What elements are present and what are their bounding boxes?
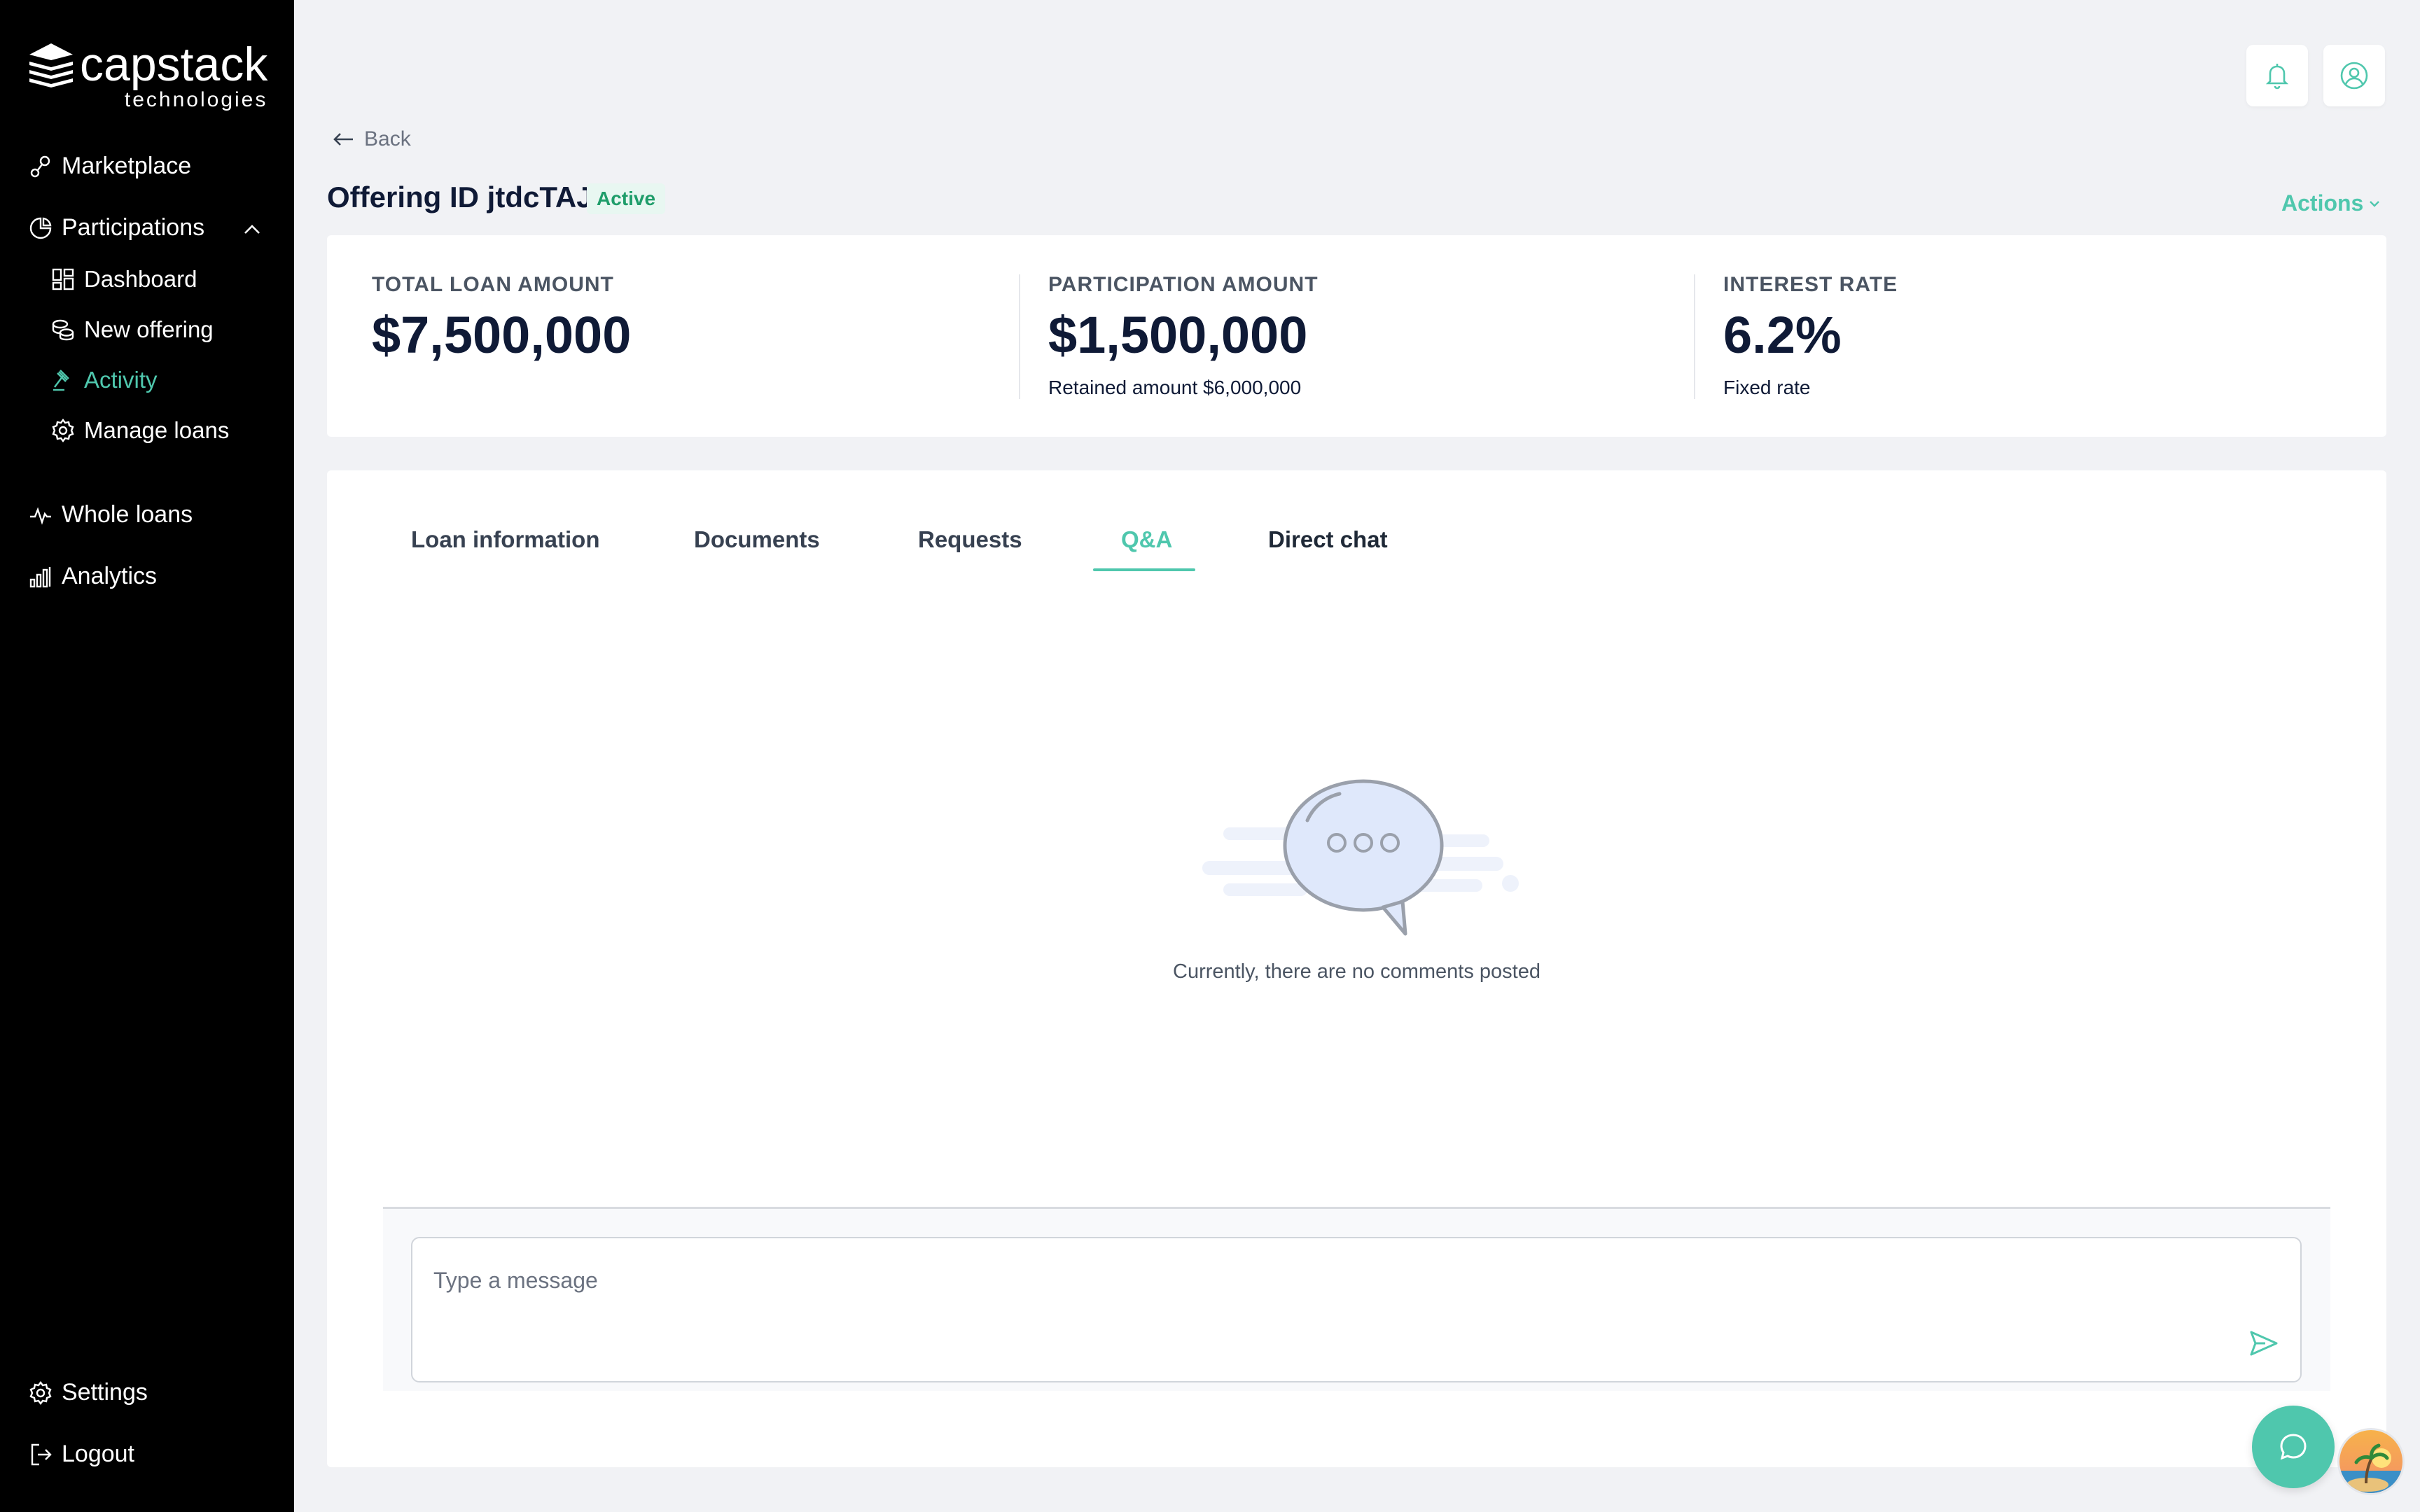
sidebar-item-settings[interactable]: Settings (28, 1379, 148, 1406)
metric-label: INTEREST RATE (1723, 273, 1898, 296)
chat-bubble-illustration-icon (1202, 779, 1519, 936)
empty-state-message: Currently, there are no comments posted (1173, 960, 1541, 983)
sidebar-item-label: Settings (62, 1379, 148, 1406)
tab-qa[interactable]: Q&A (1121, 526, 1172, 553)
sidebar-item-activity[interactable]: Activity (50, 367, 158, 393)
dashboard-icon (50, 267, 76, 292)
sidebar: capstack technologies Marketplace Partic… (0, 0, 294, 1512)
composer-area (383, 1209, 2330, 1391)
sidebar-item-participations[interactable]: Participations (28, 214, 204, 241)
chevron-up-icon[interactable] (239, 217, 265, 242)
metric-label: PARTICIPATION AMOUNT (1048, 273, 1319, 296)
sidebar-item-label: Participations (62, 214, 205, 241)
sidebar-item-whole-loans[interactable]: Whole loans (28, 501, 193, 528)
sidebar-item-label: Dashboard (84, 266, 197, 292)
profile-button[interactable] (2323, 45, 2385, 106)
chat-launcher-button[interactable] (2252, 1406, 2335, 1488)
sidebar-item-dashboard[interactable]: Dashboard (50, 266, 197, 293)
back-label: Back (364, 127, 411, 150)
message-composer[interactable] (411, 1237, 2302, 1382)
loan-summary-card: TOTAL LOAN AMOUNT $7,500,000 PARTICIPATI… (327, 235, 2386, 437)
back-link[interactable]: Back (331, 126, 411, 153)
arrow-left-icon (333, 133, 353, 146)
page-title: Offering ID jtdcTAJI (327, 181, 601, 214)
metric-divider (1694, 274, 1695, 399)
tab-documents[interactable]: Documents (694, 526, 820, 553)
notifications-button[interactable] (2246, 45, 2308, 106)
offering-detail-panel: Loan information Documents Requests Q&A … (327, 470, 2386, 1467)
send-icon[interactable] (2247, 1326, 2281, 1360)
actions-dropdown[interactable]: Actions (2281, 190, 2383, 216)
sidebar-item-label: Manage loans (84, 417, 230, 443)
active-tab-indicator (1093, 568, 1195, 571)
status-badge: Active (587, 183, 666, 214)
beach-avatar-icon (2339, 1430, 2402, 1493)
sidebar-item-label: Analytics (62, 563, 158, 589)
sidebar-item-label: Whole loans (62, 501, 193, 528)
sidebar-item-marketplace[interactable]: Marketplace (28, 153, 191, 180)
sidebar-item-new-offering[interactable]: New offering (50, 316, 214, 343)
brand-name: capstack (80, 38, 268, 91)
sidebar-item-analytics[interactable]: Analytics (28, 563, 157, 590)
metric-sub: Retained amount $6,000,000 (1048, 377, 1302, 398)
coins-icon (50, 317, 76, 342)
metric-value: $7,500,000 (372, 306, 632, 364)
sidebar-item-label: New offering (84, 316, 214, 342)
message-input[interactable] (433, 1259, 2226, 1301)
avatar[interactable] (2337, 1428, 2405, 1495)
metric-participation: PARTICIPATION AMOUNT $1,500,000 Retained… (1048, 273, 1319, 399)
tab-loan-information[interactable]: Loan information (411, 526, 599, 553)
metric-divider (1019, 274, 1020, 399)
sidebar-item-label: Logout (62, 1441, 134, 1467)
tab-direct-chat[interactable]: Direct chat (1268, 526, 1388, 553)
pie-chart-icon (28, 216, 53, 241)
gear-icon (50, 418, 76, 443)
tab-requests[interactable]: Requests (918, 526, 1022, 553)
gavel-icon (50, 368, 76, 393)
metric-value: $1,500,000 (1048, 306, 1308, 364)
sidebar-item-logout[interactable]: Logout (28, 1441, 134, 1468)
capstack-logo[interactable]: capstack technologies (27, 41, 267, 111)
sidebar-item-manage-loans[interactable]: Manage loans (50, 417, 229, 444)
sidebar-item-label: Marketplace (62, 153, 192, 179)
chat-icon (2280, 1434, 2307, 1460)
user-circle-icon (2340, 62, 2368, 90)
metric-interest: INTEREST RATE 6.2% Fixed rate (1723, 273, 1898, 399)
metric-total-loan: TOTAL LOAN AMOUNT $7,500,000 (372, 273, 631, 361)
bell-icon (2265, 64, 2289, 90)
stack-logo-icon (29, 43, 73, 88)
gear-icon (28, 1380, 53, 1406)
pulse-icon (28, 503, 53, 528)
sidebar-item-label: Activity (84, 367, 158, 393)
bar-chart-icon (28, 564, 53, 589)
actions-label: Actions (2281, 190, 2364, 216)
logout-icon (28, 1442, 53, 1467)
metric-label: TOTAL LOAN AMOUNT (372, 273, 614, 296)
metric-value: 6.2% (1723, 306, 1842, 364)
chevron-down-icon (2370, 200, 2380, 207)
brand-sub: technologies (124, 88, 268, 111)
metric-sub: Fixed rate (1723, 377, 1811, 398)
marketplace-icon (28, 154, 53, 179)
